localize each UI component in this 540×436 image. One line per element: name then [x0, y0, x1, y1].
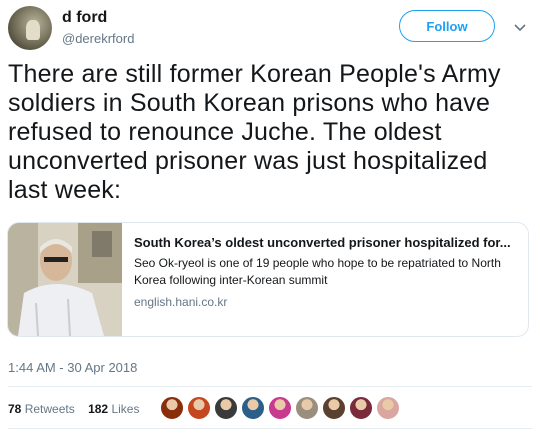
- tweet-text: There are still former Korean People's A…: [8, 60, 501, 204]
- card-description: Seo Ok-ryeol is one of 19 people who hop…: [134, 256, 501, 287]
- liker-avatar[interactable]: [268, 396, 292, 420]
- card-thumbnail-image: [8, 223, 122, 336]
- card-domain: english.hani.co.kr: [134, 295, 228, 309]
- likes-label[interactable]: Likes: [111, 402, 139, 416]
- card-body: South Korea’s oldest unconverted prisone…: [134, 235, 522, 309]
- retweets-label[interactable]: Retweets: [25, 402, 75, 416]
- liker-avatar[interactable]: [214, 396, 238, 420]
- likes-count[interactable]: 182: [88, 402, 108, 416]
- liker-avatar[interactable]: [322, 396, 346, 420]
- divider-top: [8, 386, 532, 387]
- liker-avatar[interactable]: [376, 396, 400, 420]
- liker-avatar[interactable]: [187, 396, 211, 420]
- card-title: South Korea’s oldest unconverted prisone…: [134, 235, 511, 250]
- liker-avatar[interactable]: [349, 396, 373, 420]
- divider-bottom: [8, 428, 532, 429]
- user-handle[interactable]: @derekrford: [62, 31, 134, 46]
- liker-avatar[interactable]: [160, 396, 184, 420]
- link-card[interactable]: South Korea’s oldest unconverted prisone…: [7, 222, 529, 337]
- follow-button-label: Follow: [426, 18, 468, 34]
- liker-avatar[interactable]: [241, 396, 265, 420]
- tweet-timestamp[interactable]: 1:44 AM - 30 Apr 2018: [8, 360, 137, 375]
- user-avatar[interactable]: [8, 6, 52, 50]
- follow-button[interactable]: Follow: [399, 10, 495, 42]
- engagement-stats: 78 Retweets 182 Likes: [8, 402, 139, 416]
- retweets-count[interactable]: 78: [8, 402, 21, 416]
- user-name[interactable]: d ford: [62, 9, 107, 27]
- chevron-down-icon[interactable]: [512, 19, 528, 35]
- liker-avatar[interactable]: [295, 396, 319, 420]
